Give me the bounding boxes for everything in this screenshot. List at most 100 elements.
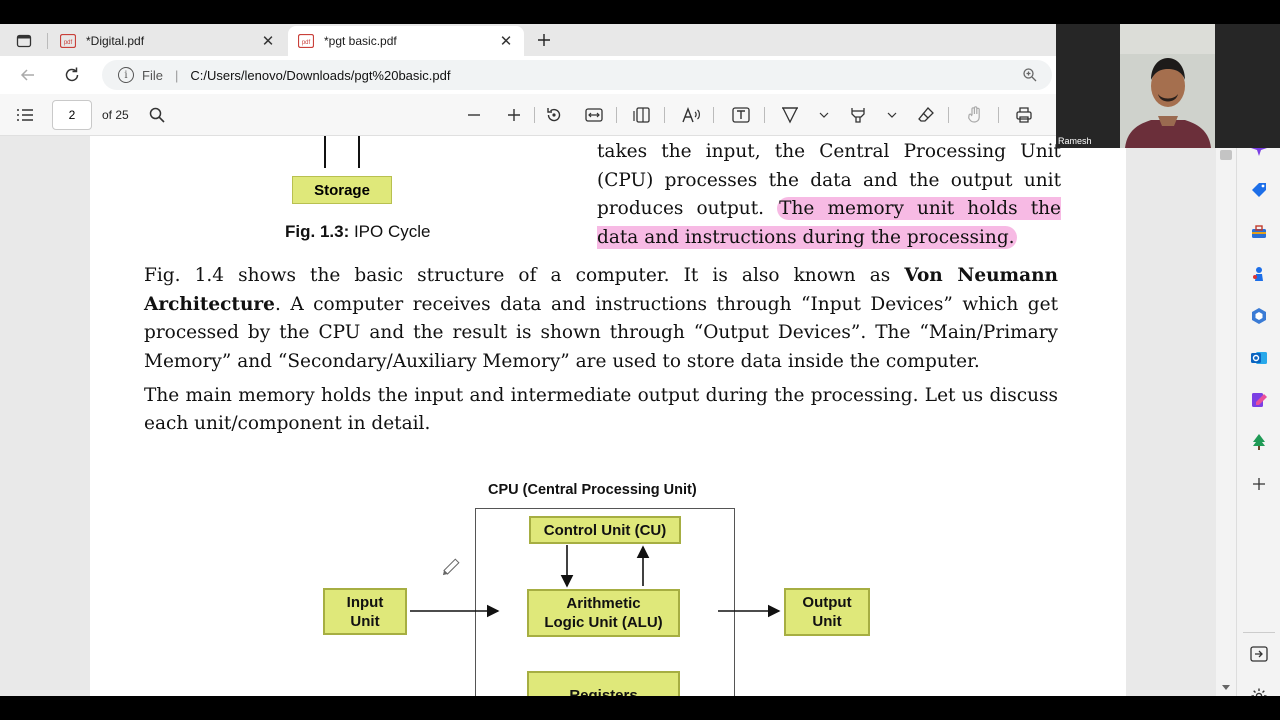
page-count: of 25 [102,108,129,122]
figure-caption-label: Fig. 1.3: [285,222,350,241]
tab-actions-icon [16,34,32,48]
main-memory-paragraph: The main memory holds the input and inte… [144,385,1058,434]
webcam-person-image [1120,24,1215,148]
outlook-button[interactable] [1249,348,1269,368]
chevron-down-icon[interactable] [819,110,829,120]
highlighter-icon [851,108,865,123]
minus-icon [468,114,480,116]
tab-separator [47,33,48,49]
games-button[interactable] [1249,264,1269,284]
bottom-black-bar [0,696,1280,720]
scroll-thumb[interactable] [1220,150,1232,160]
vertical-scrollbar[interactable] [1216,136,1236,696]
plus-icon [538,34,550,46]
chevron-down-icon[interactable] [887,110,897,120]
tree-button[interactable] [1249,432,1269,452]
cpu-block-diagram: CPU (Central Processing Unit) Control Un… [90,476,1126,696]
rotate-button[interactable] [543,104,565,126]
rotate-icon [547,108,561,122]
refresh-icon [65,67,79,82]
arrow-left-icon [20,69,34,81]
pdf-toolbar: 2 of 25 [0,94,1056,136]
add-text-button[interactable] [730,104,752,126]
toolbar-divider [616,107,617,123]
toolbox-icon [1252,225,1266,238]
tab-pgt-basic-pdf[interactable]: pdf *pgt basic.pdf ✕ [288,26,524,56]
plus-icon [1253,478,1265,490]
url-bar[interactable]: i File | C:/Users/lenovo/Downloads/pgt%2… [102,60,1052,90]
paragraph-text: Fig. 1.4 shows the basic structure of a … [144,265,905,286]
pencil-cursor-icon [442,558,460,576]
zoom-in-button[interactable] [503,104,525,126]
read-aloud-icon [682,107,700,123]
figure-caption: Fig. 1.3: IPO Cycle [285,222,430,242]
webcam-participant-name: Ramesh [1058,136,1092,146]
tab-title: *pgt basic.pdf [324,34,397,48]
chess-piece-icon [1253,267,1263,281]
toolbar-divider [664,107,665,123]
page-number-input[interactable]: 2 [52,100,92,130]
diagram-arrows [410,545,781,618]
address-bar: i File | C:/Users/lenovo/Downloads/pgt%2… [0,56,1056,94]
collapse-panel-icon [1250,646,1268,662]
text-box-icon [732,107,750,123]
close-tab-icon[interactable]: ✕ [498,33,514,50]
find-button[interactable] [146,104,168,126]
tree-icon [1253,434,1265,450]
paragraph-text: . A computer receives data and instructi… [144,293,1058,372]
erase-button[interactable] [915,104,937,126]
designer-icon [1252,393,1267,407]
highlight-button[interactable] [847,104,869,126]
new-tab-button[interactable] [532,28,556,52]
m365-button[interactable] [1249,306,1269,326]
zoom-out-button[interactable] [463,104,485,126]
tab-actions-button[interactable] [8,30,40,52]
url-divider: | [174,67,179,83]
toolbar-divider [713,107,714,123]
webcam-video [1120,24,1215,148]
pdf-icon: pdf [60,34,76,48]
url-text[interactable]: C:/Users/lenovo/Downloads/pgt%20basic.pd… [190,68,450,83]
pdf-page: Storage Fig. 1.3: IPO Cycle takes the in… [90,136,1126,696]
print-button[interactable] [1013,104,1035,126]
info-icon[interactable]: i [118,67,134,83]
designer-button[interactable] [1249,390,1269,410]
page-view-button[interactable] [631,104,653,126]
storage-box: Storage [292,176,392,204]
figure-caption-text: IPO Cycle [349,222,431,241]
print-icon [1016,107,1032,123]
close-tab-icon[interactable]: ✕ [260,33,276,50]
pdf-icon: pdf [298,34,314,48]
tab-strip: pdf *Digital.pdf ✕ pdf *pgt basic.pdf ✕ [0,24,1056,56]
refresh-button[interactable] [60,63,84,87]
toolbar-divider [764,107,765,123]
draw-icon [781,107,799,124]
draw-button[interactable] [779,104,801,126]
read-aloud-button[interactable] [681,104,703,126]
tab-digital-pdf[interactable]: pdf *Digital.pdf ✕ [50,26,286,56]
back-button[interactable] [16,63,40,87]
contents-button[interactable] [14,104,36,126]
m365-icon [1252,308,1266,324]
hand-icon [968,106,980,123]
plus-icon [508,109,520,121]
toolbar-divider [534,107,535,123]
diagram-connector-lines [324,136,360,168]
tools-button[interactable] [1249,222,1269,242]
touch-mode-button[interactable] [964,104,986,126]
scroll-down-icon[interactable] [1221,684,1231,692]
outlook-icon [1251,352,1267,364]
hide-sidebar-button[interactable] [1249,644,1269,664]
fit-width-button[interactable] [583,104,605,126]
eraser-icon [918,107,934,122]
shopping-button[interactable] [1249,180,1269,200]
zoom-icon[interactable] [1022,67,1038,86]
toolbar-divider [948,107,949,123]
add-sidebar-app-button[interactable] [1249,474,1269,494]
edge-sidebar [1236,136,1280,704]
von-neumann-paragraph: Fig. 1.4 shows the basic structure of a … [144,262,1058,376]
screen: pdf *Digital.pdf ✕ pdf *pgt basic.pdf ✕ [0,0,1280,720]
tag-icon [1252,183,1266,197]
sidebar-divider [1243,632,1275,633]
svg-text:pdf: pdf [302,40,311,46]
